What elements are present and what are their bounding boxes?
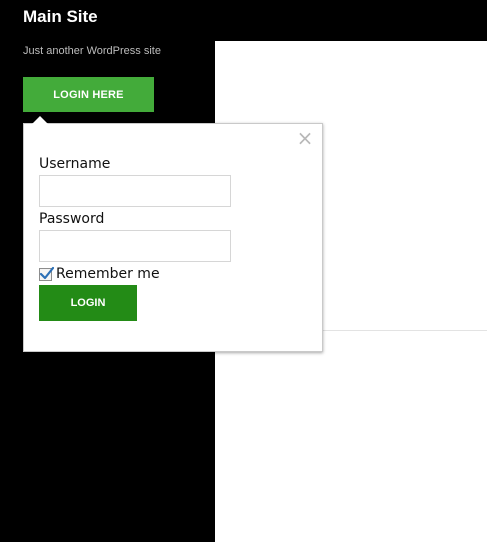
- page: Main Site Just another WordPress site LO…: [0, 0, 487, 542]
- password-input[interactable]: [39, 230, 231, 262]
- popup-arrow: [32, 116, 48, 124]
- checkmark-icon: [39, 266, 54, 279]
- password-label: Password: [39, 211, 105, 227]
- site-title[interactable]: Main Site: [23, 7, 98, 27]
- site-tagline: Just another WordPress site: [23, 45, 161, 57]
- username-label: Username: [39, 156, 111, 172]
- remember-me-row: Remember me: [39, 266, 160, 282]
- login-popup: × Username Password Remember me LOGIN: [23, 123, 323, 352]
- login-here-button[interactable]: LOGIN HERE: [23, 77, 154, 112]
- remember-me-label: Remember me: [56, 266, 160, 282]
- remember-me-checkbox[interactable]: [39, 266, 54, 281]
- username-input[interactable]: [39, 175, 231, 207]
- close-icon[interactable]: ×: [296, 128, 314, 148]
- login-submit-button[interactable]: LOGIN: [39, 285, 137, 321]
